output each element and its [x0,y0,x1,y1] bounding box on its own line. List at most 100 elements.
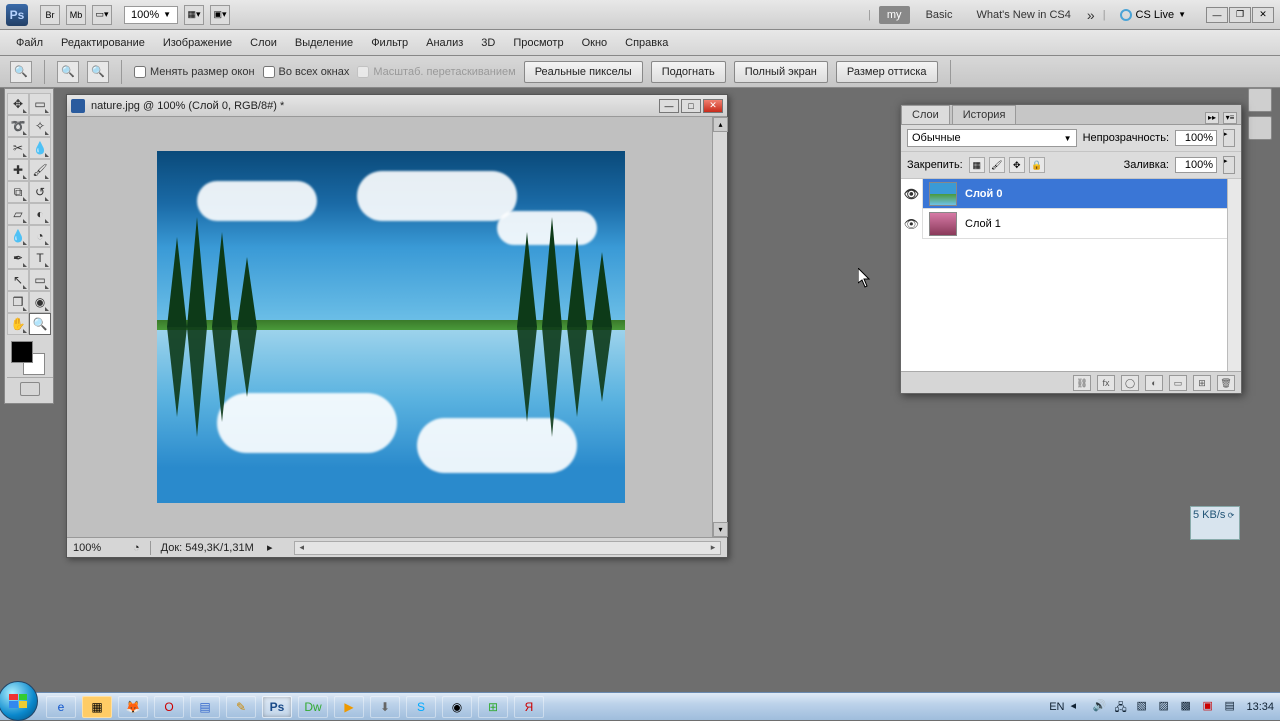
minibridge-icon[interactable]: Mb [66,5,86,25]
stamp-tool[interactable]: ⧉ [7,181,29,203]
color-swatches[interactable] [7,339,51,377]
panel-menu-icon[interactable]: ▾≡ [1223,112,1237,124]
new-layer-icon[interactable]: ⊞ [1193,375,1211,391]
menu-layer[interactable]: Слои [242,33,285,53]
dock-panel-icon[interactable] [1248,116,1272,140]
tray-icon[interactable]: ▧ [1136,699,1152,715]
scroll-down-icon[interactable]: ▾ [713,522,728,537]
zoom-out-icon[interactable]: 🔍 [87,61,109,83]
tray-lang[interactable]: EN [1049,701,1064,713]
scroll-up-icon[interactable]: ▴ [713,117,728,132]
zoom-level-combo[interactable]: 100% ▼ [124,6,178,24]
menu-analysis[interactable]: Анализ [418,33,471,53]
3d-tool[interactable]: ❒ [7,291,29,313]
link-layers-icon[interactable]: ⛓ [1073,375,1091,391]
taskbar-opera-icon[interactable]: O [154,696,184,718]
fill-input[interactable]: 100% [1175,157,1217,173]
delete-layer-icon[interactable]: 🗑 [1217,375,1235,391]
layer-thumbnail[interactable] [929,182,957,206]
tray-icon[interactable]: ▣ [1202,699,1218,715]
taskbar-app3-icon[interactable]: ✎ [226,696,256,718]
taskbar-firefox-icon[interactable]: 🦊 [118,696,148,718]
network-widget[interactable]: 5 KB/s ⟳ [1190,506,1240,540]
start-button[interactable] [0,681,38,721]
layer-fx-icon[interactable]: fx [1097,375,1115,391]
tab-layers[interactable]: Слои [901,105,950,124]
eraser-tool[interactable]: ▱ [7,203,29,225]
tray-icon[interactable]: ▨ [1158,699,1174,715]
app-close-button[interactable]: ✕ [1252,7,1274,23]
print-size-button[interactable]: Размер оттиска [836,61,938,83]
tray-icon[interactable]: ▤ [1224,699,1240,715]
lasso-tool[interactable]: ➰ [7,115,29,137]
move-tool[interactable]: ✥ [7,93,29,115]
layer-name[interactable]: Слой 1 [963,218,1241,230]
lock-pixels-icon[interactable]: 🖌 [989,157,1005,173]
eyedropper-tool[interactable]: 💧 [29,137,51,159]
screen-mode-icon[interactable]: ▣▾ [210,5,230,25]
lock-all-icon[interactable]: 🔒 [1029,157,1045,173]
magic-wand-tool[interactable]: ✧ [29,115,51,137]
lock-position-icon[interactable]: ✥ [1009,157,1025,173]
layer-row[interactable]: 👁 Слой 0 [901,179,1241,209]
app-restore-button[interactable]: ❐ [1229,7,1251,23]
status-zoom[interactable]: 100% [73,542,123,554]
3d-camera-tool[interactable]: ◉ [29,291,51,313]
document-titlebar[interactable]: nature.jpg @ 100% (Слой 0, RGB/8#) * — □… [67,95,727,117]
taskbar-app4-icon[interactable]: ▶ [334,696,364,718]
blend-mode-combo[interactable]: Обычные ▼ [907,129,1077,147]
menu-filter[interactable]: Фильтр [363,33,416,53]
adjustment-layer-icon[interactable]: ◐ [1145,375,1163,391]
fill-arrow-icon[interactable]: ▸ [1223,156,1235,174]
path-select-tool[interactable]: ↖ [7,269,29,291]
menu-help[interactable]: Справка [617,33,676,53]
vertical-scrollbar[interactable]: ▴ ▾ [712,117,727,537]
app-minimize-button[interactable]: — [1206,7,1228,23]
tray-clock[interactable]: 13:34 [1246,701,1274,713]
history-brush-tool[interactable]: ↺ [29,181,51,203]
workspace-basic-button[interactable]: Basic [918,6,961,24]
layers-scrollbar[interactable] [1227,179,1241,371]
new-group-icon[interactable]: ▭ [1169,375,1187,391]
layer-visibility-icon[interactable]: 👁 [901,187,922,201]
taskbar-yandex-icon[interactable]: Я [514,696,544,718]
menu-select[interactable]: Выделение [287,33,361,53]
taskbar-app-icon[interactable]: ▦ [82,696,112,718]
menu-3d[interactable]: 3D [473,33,503,53]
foreground-color-swatch[interactable] [11,341,33,363]
taskbar-app2-icon[interactable]: ▤ [190,696,220,718]
bridge-icon[interactable]: Br [40,5,60,25]
shape-tool[interactable]: ▭ [29,269,51,291]
taskbar-chrome-icon[interactable]: ◉ [442,696,472,718]
blur-tool[interactable]: 💧 [7,225,29,247]
all-windows-checkbox[interactable]: Во всех окнах [263,66,350,78]
view-extras-icon[interactable]: ▭▾ [92,5,112,25]
tray-arrow-icon[interactable]: ◂ [1070,699,1086,715]
status-info-icon[interactable]: ◔ [133,542,140,554]
taskbar-app6-icon[interactable]: ⊞ [478,696,508,718]
menu-edit[interactable]: Редактирование [53,33,153,53]
taskbar-dreamweaver-icon[interactable]: Dw [298,696,328,718]
tray-volume-icon[interactable]: 🔊 [1092,699,1108,715]
fit-screen-button[interactable]: Подогнать [651,61,726,83]
menu-window[interactable]: Окно [574,33,616,53]
cslive-button[interactable]: CS Live ▼ [1114,7,1192,23]
current-tool-icon[interactable]: 🔍 [10,61,32,83]
dodge-tool[interactable]: ◔ [29,225,51,247]
gradient-tool[interactable]: ◐ [29,203,51,225]
arrange-documents-icon[interactable]: ▦▾ [184,5,204,25]
doc-close-button[interactable]: ✕ [703,99,723,113]
quick-mask-button[interactable] [7,377,53,399]
layer-mask-icon[interactable]: ◯ [1121,375,1139,391]
panel-collapse-icon[interactable]: ▸▸ [1205,112,1219,124]
layer-thumbnail[interactable] [929,212,957,236]
workspace-more-icon[interactable]: » [1087,7,1095,23]
horizontal-scrollbar[interactable] [294,541,721,555]
taskbar-photoshop-icon[interactable]: Ps [262,696,292,718]
menu-file[interactable]: Файл [8,33,51,53]
fill-screen-button[interactable]: Полный экран [734,61,828,83]
opacity-input[interactable]: 100% [1175,130,1217,146]
taskbar-ie-icon[interactable]: e [46,696,76,718]
lock-transparency-icon[interactable]: ▦ [969,157,985,173]
type-tool[interactable]: T [29,247,51,269]
